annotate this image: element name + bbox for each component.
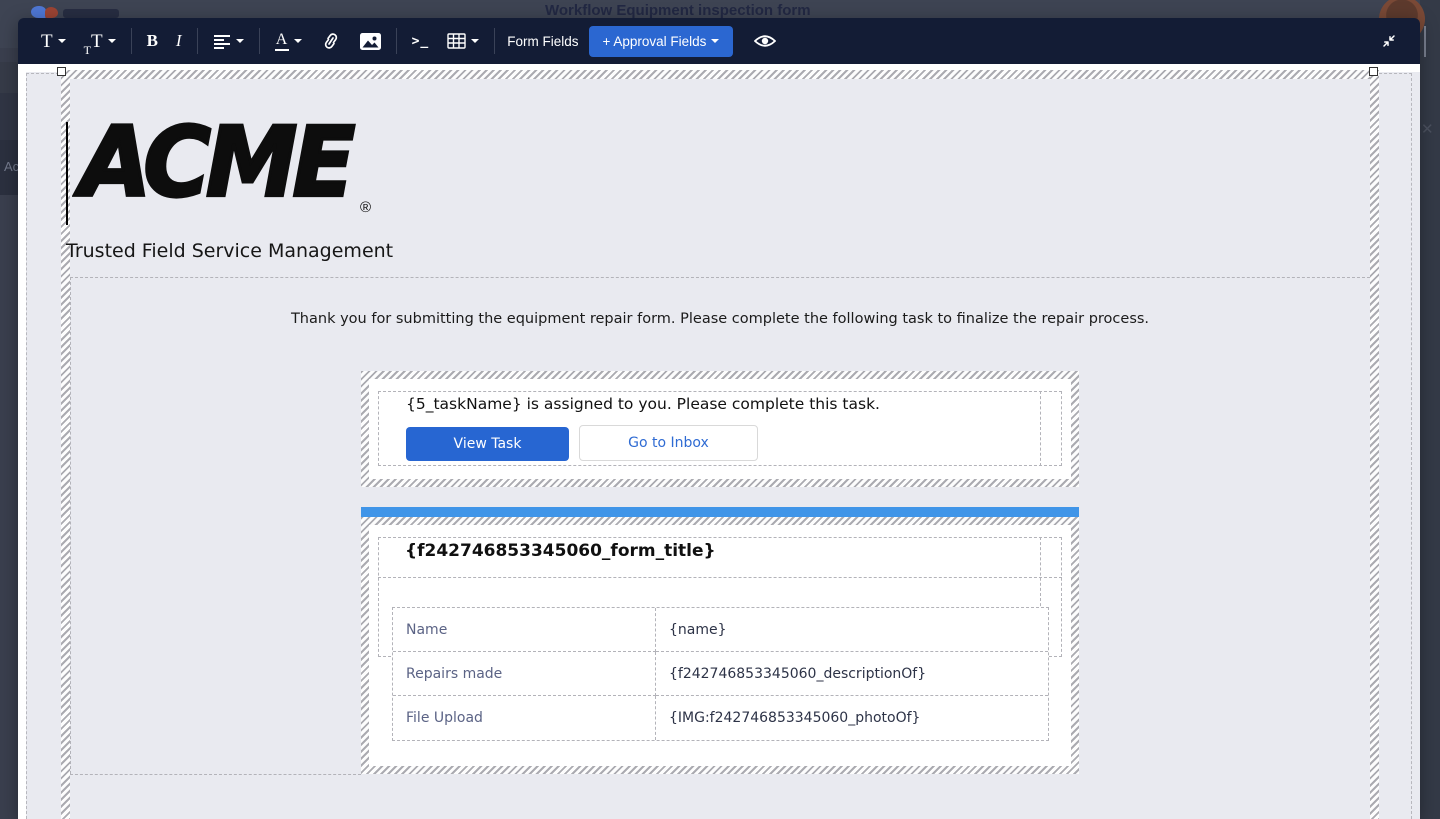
scrollbar-thumb[interactable] [1424, 26, 1426, 57]
table-value-cell[interactable]: {f242746853345060_descriptionOf} [656, 652, 1048, 696]
preview-button[interactable] [747, 25, 783, 57]
intro-paragraph[interactable]: Thank you for submitting the equipment r… [70, 311, 1370, 327]
color-glyph: A [275, 30, 288, 48]
table-value-cell[interactable]: {IMG:f242746853345060_photoOf} [656, 696, 1048, 740]
app-logo-icon-part [45, 7, 58, 18]
toolbar-divider [196, 28, 198, 54]
body-block-border [61, 70, 1379, 79]
color-underline [274, 48, 289, 51]
align-left-icon [213, 34, 230, 49]
text-style-button[interactable]: T [34, 25, 73, 57]
text-color-button[interactable]: A [268, 25, 309, 57]
code-icon: >_ [411, 33, 430, 49]
chevron-down-icon [57, 39, 66, 43]
text-cursor [66, 122, 68, 225]
task-message[interactable]: {5_taskName} is assigned to you. Please … [406, 395, 880, 413]
workflow-title: Workflow Equipment inspection form [545, 2, 811, 19]
image-button[interactable] [353, 25, 388, 57]
editor-toolbar: T T T B I A >_ Form Fields + Approval Fi… [18, 18, 1420, 64]
form-title[interactable]: {f242746853345060_form_title} [405, 541, 716, 561]
section-accent-bar [361, 507, 1079, 517]
link-icon [324, 33, 337, 49]
go-to-inbox-button[interactable]: Go to Inbox [579, 425, 758, 461]
toolbar-divider [258, 28, 260, 54]
registered-mark: ® [360, 199, 372, 216]
chevron-down-icon [107, 39, 116, 43]
eye-icon [754, 35, 777, 47]
collapse-icon [1383, 35, 1395, 47]
table-value-cell[interactable]: {name} [656, 608, 1048, 652]
link-button[interactable] [313, 25, 349, 57]
code-button[interactable]: >_ [405, 25, 437, 57]
table-label-cell[interactable]: Repairs made [393, 652, 656, 696]
approval-fields-button[interactable]: + Approval Fields [588, 25, 734, 57]
resize-handle[interactable] [1369, 67, 1378, 76]
italic-glyph: I [175, 31, 182, 50]
background-sidebar: Ac [0, 48, 18, 819]
table-label-cell[interactable]: File Upload [393, 696, 656, 740]
email-canvas: ACME ® Trusted Field Service Management … [18, 64, 1420, 819]
view-task-button[interactable]: View Task [406, 427, 569, 461]
form-region-divider [378, 577, 1062, 578]
chevron-down-icon [235, 39, 244, 43]
sidebar-sliver: Ac [0, 140, 18, 195]
company-logo[interactable]: ACME [78, 105, 356, 219]
bold-glyph: B [146, 31, 158, 50]
app-logo-icon [31, 6, 46, 18]
image-icon [359, 32, 381, 50]
logo-caption[interactable]: Trusted Field Service Management [66, 240, 393, 262]
font-size-button[interactable]: T T [77, 25, 123, 57]
section-border [70, 774, 361, 775]
chevron-down-icon [471, 39, 480, 43]
font-size-small-glyph: T [83, 43, 91, 57]
answers-table[interactable]: Name {name} Repairs made {f2427468533450… [392, 607, 1049, 741]
background-close-icon: ✕ [1421, 121, 1434, 138]
align-button[interactable] [206, 25, 251, 57]
resize-handle[interactable] [57, 67, 66, 76]
bold-button[interactable]: B [140, 25, 165, 57]
screen: Workflow Equipment inspection form ✕ Ac … [0, 0, 1440, 819]
chevron-down-icon [711, 39, 720, 43]
table-label-cell[interactable]: Name [393, 608, 656, 652]
body-block-border [1370, 70, 1379, 819]
sidebar-partial-label: Ac [4, 159, 18, 174]
italic-button[interactable]: I [169, 25, 189, 57]
toolbar-divider [130, 28, 132, 54]
email-editor-modal: T T T B I A >_ Form Fields + Approval Fi… [18, 18, 1420, 819]
approval-fields-label: + Approval Fields [602, 33, 707, 49]
toolbar-divider [395, 28, 397, 54]
text-style-glyph: T [41, 30, 53, 52]
font-size-big-glyph: T [90, 30, 103, 52]
section-divider [70, 277, 1370, 278]
table-button[interactable] [440, 25, 486, 57]
app-wordmark [63, 9, 119, 18]
sidebar-sliver [0, 62, 18, 93]
task-region-divider [1040, 391, 1041, 466]
text-color-icon: A [274, 30, 289, 51]
form-fields-button[interactable]: Form Fields [507, 34, 578, 49]
collapse-button[interactable] [1374, 25, 1404, 57]
sidebar-sliver [0, 93, 18, 140]
chevron-down-icon [293, 39, 302, 43]
toolbar-divider [494, 28, 496, 54]
table-icon [447, 33, 466, 49]
section-border [70, 277, 71, 774]
